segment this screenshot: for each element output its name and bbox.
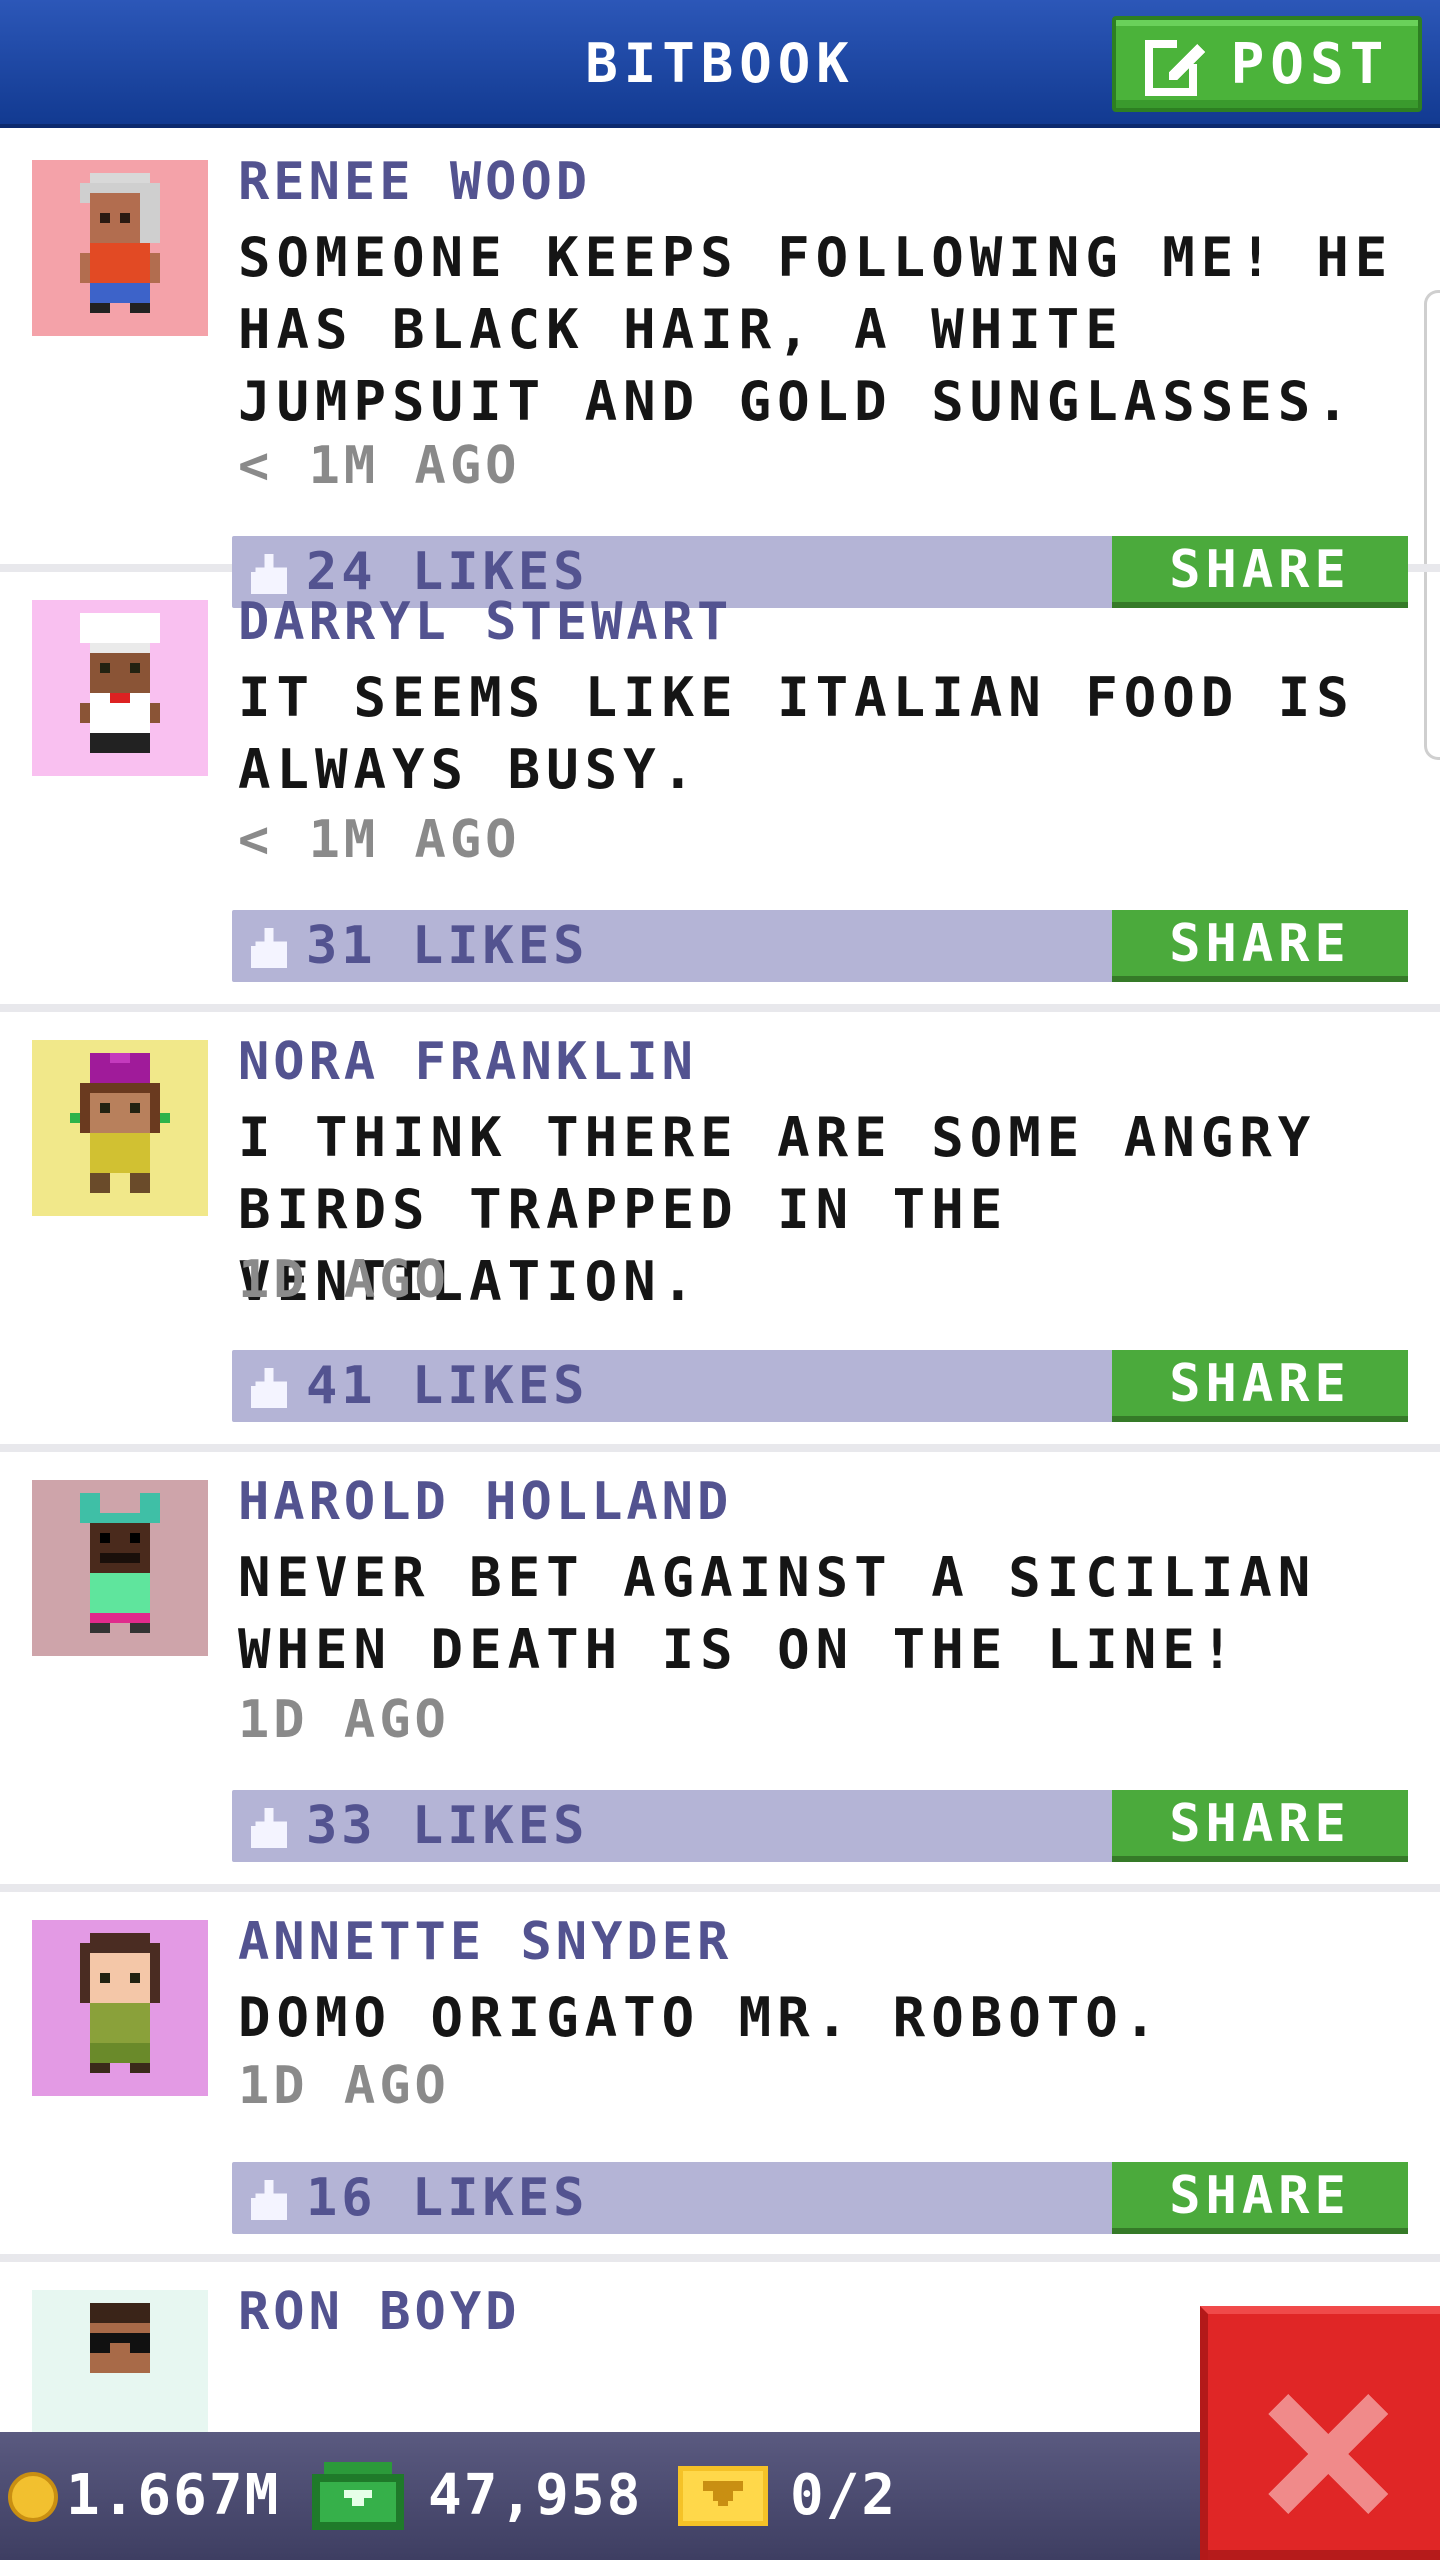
post-author[interactable]: ANNETTE SNYDER [238, 1912, 732, 1972]
post-author[interactable]: RON BOYD [238, 2282, 520, 2342]
post-time: 1D AGO [238, 2056, 450, 2116]
ticket-icon [678, 2466, 768, 2526]
post-button-label: POST [1230, 31, 1390, 97]
like-bar[interactable]: 41 LIKES SHARE [232, 1350, 1408, 1422]
thumbs-up-icon [251, 1808, 287, 1848]
feed-post: HAROLD HOLLAND NEVER BET AGAINST A SICIL… [0, 1452, 1440, 1892]
coin-balance: 1.667M [66, 2463, 281, 2528]
post-time: 1D AGO [238, 1250, 450, 1310]
like-count: 31 LIKES [306, 916, 589, 976]
like-bar[interactable]: 33 LIKES SHARE [232, 1790, 1408, 1862]
post-text: IT SEEMS LIKE ITALIAN FOOD IS ALWAYS BUS… [238, 666, 1355, 801]
post-author[interactable]: HAROLD HOLLAND [238, 1472, 732, 1532]
thumbs-up-icon [251, 1368, 287, 1408]
ticket-count: 0/2 [790, 2463, 898, 2528]
like-bar[interactable]: 16 LIKES SHARE [232, 2162, 1408, 2234]
post-time: 1D AGO [238, 1690, 450, 1750]
avatar [32, 160, 208, 336]
feed-post: NORA FRANKLIN I THINK THERE ARE SOME ANG… [0, 1012, 1440, 1452]
share-button[interactable]: SHARE [1112, 2162, 1408, 2234]
avatar [32, 600, 208, 776]
post-text: NEVER BET AGAINST A SICILIAN WHEN DEATH … [238, 1546, 1317, 1681]
post-time: < 1M AGO [238, 810, 521, 870]
post-author[interactable]: DARRYL STEWART [238, 592, 732, 652]
app-header: BITBOOK POST [0, 0, 1440, 128]
post-author[interactable]: NORA FRANKLIN [238, 1032, 697, 1092]
post-text: DOMO ORIGATO MR. ROBOTO. [238, 1986, 1163, 2049]
feed-post: RENEE WOOD SOMEONE KEEPS FOLLOWING ME! H… [0, 132, 1440, 608]
avatar [32, 1040, 208, 1216]
like-count: 16 LIKES [306, 2168, 589, 2228]
cash-icon [312, 2462, 404, 2530]
share-button[interactable]: SHARE [1112, 1350, 1408, 1422]
thumbs-up-icon [251, 2180, 287, 2220]
post-author[interactable]: RENEE WOOD [238, 152, 591, 212]
close-icon [1268, 2394, 1388, 2514]
avatar [32, 1480, 208, 1656]
share-button[interactable]: SHARE [1112, 1790, 1408, 1862]
thumbs-up-icon [251, 928, 287, 968]
post-feed: RENEE WOOD SOMEONE KEEPS FOLLOWING ME! H… [0, 132, 1440, 2560]
post-text: SOMEONE KEEPS FOLLOWING ME! HE HAS BLACK… [238, 226, 1394, 433]
close-button[interactable] [1200, 2306, 1440, 2560]
edit-icon [1144, 36, 1205, 96]
coin-icon [8, 2472, 58, 2522]
feed-post: DARRYL STEWART IT SEEMS LIKE ITALIAN FOO… [0, 572, 1440, 1012]
share-button[interactable]: SHARE [1112, 910, 1408, 982]
avatar [32, 1920, 208, 2096]
like-count: 41 LIKES [306, 1356, 589, 1416]
post-time: < 1M AGO [238, 436, 521, 496]
like-count: 33 LIKES [306, 1796, 589, 1856]
feed-post: ANNETTE SNYDER DOMO ORIGATO MR. ROBOTO. … [0, 1892, 1440, 2262]
like-bar[interactable]: 31 LIKES SHARE [232, 910, 1408, 982]
bux-balance: 47,958 [428, 2463, 643, 2528]
post-button[interactable]: POST [1112, 16, 1422, 112]
